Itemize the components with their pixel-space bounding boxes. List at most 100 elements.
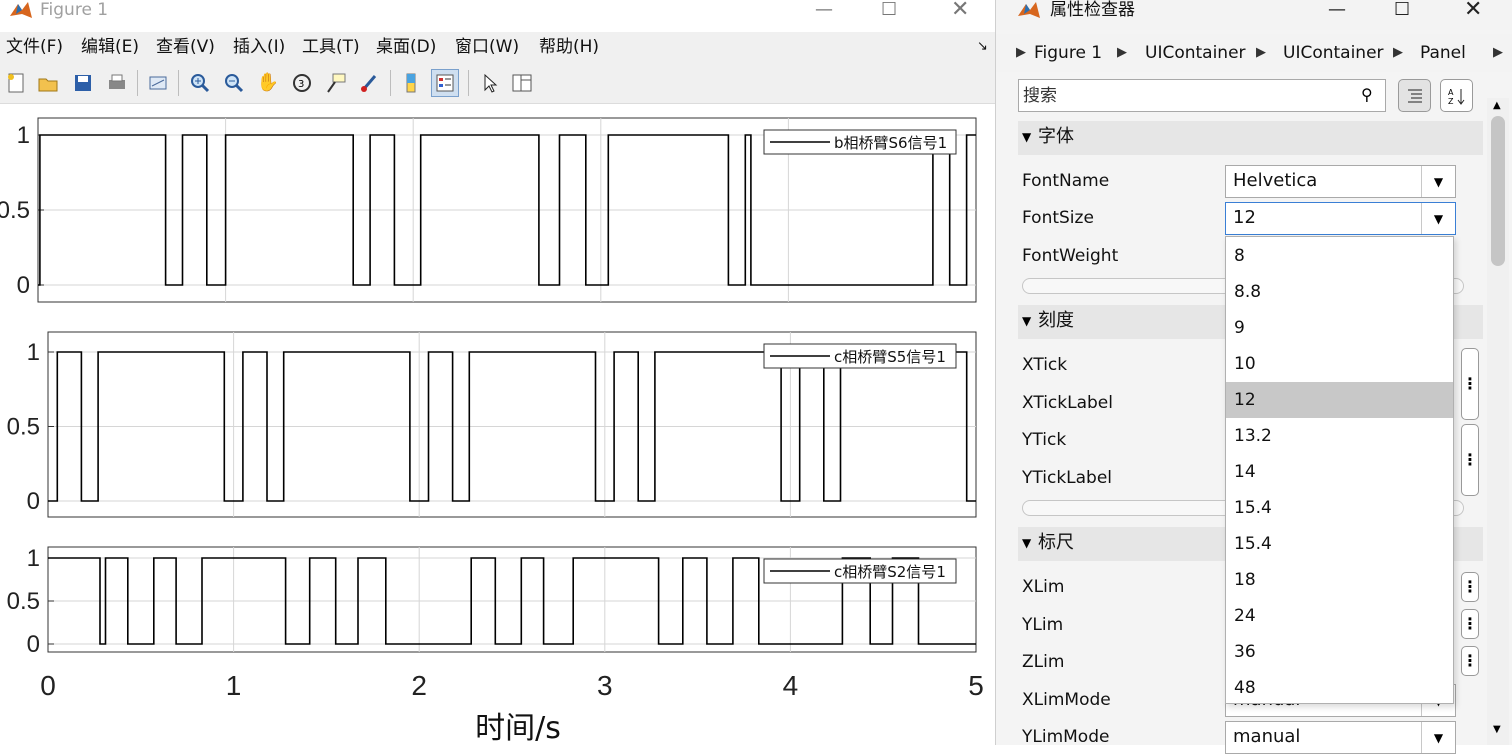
x-axis: 0 1 2 3 4 5 时间/s (40, 670, 984, 745)
fontsize-option[interactable]: 15.4 (1226, 490, 1453, 526)
scroll-up-icon[interactable]: ▲ (1493, 100, 1501, 112)
xtick-label: 0 (40, 670, 56, 701)
zoom-out-icon[interactable] (220, 69, 248, 97)
ylimmode-value: manual (1233, 726, 1301, 747)
chevron-right-icon: ▶ (1016, 45, 1026, 60)
data-cursor-icon[interactable] (322, 69, 350, 97)
property-editor-icon[interactable] (508, 69, 536, 97)
ytick-label: 0.5 (7, 414, 40, 441)
menu-edit[interactable]: 编辑(E) (81, 37, 139, 57)
fontsize-option[interactable]: 36 (1226, 634, 1453, 670)
prop-ylimmode-label: YLimMode (1022, 727, 1110, 747)
scrollbar-thumb[interactable] (1491, 116, 1505, 266)
chevron-down-icon[interactable]: ▼ (1421, 722, 1455, 753)
fontsize-option[interactable]: 24 (1226, 598, 1453, 634)
collapse-triangle-icon: ▼ (1022, 314, 1032, 328)
close-icon[interactable]: ✕ (951, 0, 969, 21)
fontsize-option[interactable]: 18 (1226, 562, 1453, 598)
fontsize-option[interactable]: 8.8 (1226, 274, 1453, 310)
ylim-edit-button[interactable]: ⋮ (1461, 609, 1479, 639)
fontsize-option-selected[interactable]: 12 (1226, 382, 1453, 418)
legend-icon[interactable] (431, 69, 459, 97)
fontsize-value[interactable]: 12 (1233, 208, 1256, 228)
fontsize-option[interactable]: 14 (1226, 454, 1453, 490)
menu-tools[interactable]: 工具(T) (302, 37, 360, 57)
ytick-edit-button[interactable]: ⋮ (1461, 424, 1479, 496)
toolbar-separator (468, 70, 469, 96)
menu-insert[interactable]: 插入(I) (233, 37, 285, 57)
colorbar-icon[interactable] (397, 69, 425, 97)
close-icon[interactable]: ✕ (1464, 0, 1482, 21)
menu-view[interactable]: 查看(V) (156, 37, 215, 57)
zoom-in-icon[interactable] (186, 69, 214, 97)
matlab-logo-icon (1018, 2, 1040, 18)
chevron-right-icon[interactable]: ▶ (1493, 43, 1503, 63)
search-input[interactable] (1023, 84, 1353, 108)
breadcrumb-item[interactable]: UIContainer (1145, 43, 1246, 63)
zlim-edit-button[interactable]: ⋮ (1461, 646, 1479, 676)
fontsize-dropdown[interactable]: 12 ▼ (1225, 202, 1456, 235)
open-icon[interactable] (34, 69, 62, 97)
section-font[interactable]: ▼ 字体 (1018, 121, 1483, 155)
menu-help[interactable]: 帮助(H) (539, 37, 599, 57)
chevron-right-icon: ▶ (1117, 45, 1127, 60)
chevron-down-icon[interactable]: ▼ (1421, 203, 1455, 234)
plot-area[interactable]: 1 0.5 0 b相桥臂S6信号1 1 0.5 0 c相桥臂S5信号1 1 0.5 0 c相桥臂S2信… (0, 104, 995, 745)
maximize-icon[interactable]: ☐ (881, 0, 897, 20)
maximize-icon[interactable]: ☐ (1394, 0, 1410, 20)
grouped-view-button[interactable] (1398, 79, 1431, 112)
fontname-dropdown[interactable]: Helvetica ▼ (1225, 165, 1456, 198)
toolbar-separator (137, 70, 138, 96)
link-icon[interactable] (144, 69, 172, 97)
new-figure-icon[interactable] (2, 69, 30, 97)
legend-label: c相桥臂S5信号1 (834, 348, 946, 366)
brush-icon[interactable] (356, 69, 384, 97)
scroll-down-icon[interactable]: ▼ (1493, 724, 1501, 736)
legend: c相桥臂S2信号1 (763, 558, 957, 584)
fontsize-option[interactable]: 10 (1226, 346, 1453, 382)
inspector-titlebar: 属性检查器 — ☐ ✕ (996, 0, 1512, 30)
list-icon (1407, 89, 1422, 102)
fontsize-option[interactable]: 13.2 (1226, 418, 1453, 454)
breadcrumb-item[interactable]: Panel (1420, 43, 1466, 63)
fontsize-option[interactable]: 48 (1226, 670, 1453, 706)
figure-title: Figure 1 (40, 0, 109, 20)
minimize-icon[interactable]: — (1328, 0, 1346, 20)
xlim-edit-button[interactable]: ⋮ (1461, 572, 1479, 602)
ylimmode-dropdown[interactable]: manual ▼ (1225, 721, 1456, 754)
chevron-down-icon[interactable]: ▼ (1421, 166, 1455, 197)
search-icon[interactable]: ⚲ (1361, 85, 1373, 105)
figure-menubar: 文件(F) 编辑(E) 查看(V) 插入(I) 工具(T) 桌面(D) 窗口(W… (0, 32, 995, 62)
fontsize-option[interactable]: 15.4 (1226, 526, 1453, 562)
collapse-triangle-icon: ▼ (1022, 130, 1032, 144)
fontsize-option[interactable]: 9 (1226, 310, 1453, 346)
breadcrumb-item[interactable]: Figure 1 (1034, 43, 1102, 63)
print-icon[interactable] (103, 69, 131, 97)
dock-arrow-icon[interactable]: ↘ (977, 37, 988, 57)
xtick-edit-button[interactable]: ⋮ (1461, 348, 1479, 420)
menu-file[interactable]: 文件(F) (6, 37, 63, 57)
legend-label: b相桥臂S6信号1 (834, 134, 947, 152)
pointer-icon[interactable] (476, 69, 504, 97)
rotate-icon[interactable]: 3 (288, 69, 316, 97)
prop-zlim-label: ZLim (1022, 652, 1065, 672)
figure-window: Figure 1 — ☐ ✕ 文件(F) 编辑(E) 查看(V) 插入(I) 工… (0, 0, 995, 745)
menu-window[interactable]: 窗口(W) (455, 37, 519, 57)
svg-text:A: A (1448, 88, 1454, 97)
ytick-label: 1 (27, 545, 40, 572)
ytick-label: 0 (17, 272, 30, 299)
fontsize-option[interactable]: 8 (1226, 238, 1453, 274)
fontname-value: Helvetica (1233, 170, 1318, 191)
breadcrumb-item[interactable]: UIContainer (1283, 43, 1384, 63)
sort-az-button[interactable]: AZ (1440, 79, 1473, 112)
svg-text:Z: Z (1448, 97, 1454, 106)
prop-ytick-label: YTick (1022, 430, 1067, 450)
menu-desktop[interactable]: 桌面(D) (376, 37, 436, 57)
prop-fontweight-label: FontWeight (1022, 246, 1119, 266)
prop-fontname-label: FontName (1022, 171, 1110, 191)
pan-icon[interactable]: ✋ (254, 69, 282, 97)
minimize-icon[interactable]: — (815, 0, 833, 20)
save-icon[interactable] (69, 69, 97, 97)
section-font-label: 字体 (1038, 126, 1074, 147)
vertical-scrollbar[interactable]: ▲ ▼ (1487, 98, 1509, 745)
